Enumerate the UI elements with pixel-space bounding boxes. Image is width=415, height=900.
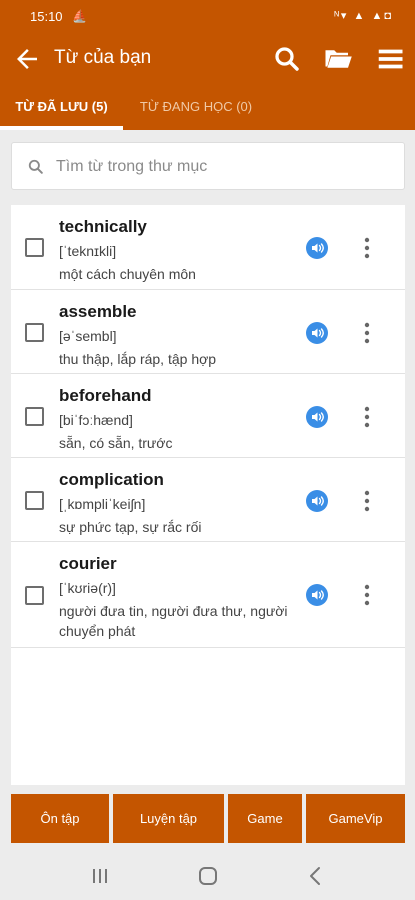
word-pronunciation: [ˈteknɪkli] <box>59 243 117 259</box>
word-pronunciation: [ˈkʊriə(r)] <box>59 580 116 596</box>
word-checkbox[interactable] <box>25 407 44 426</box>
practice-button[interactable]: Luyện tập <box>113 794 224 843</box>
word-pronunciation: [əˈsembl] <box>59 328 117 344</box>
app-bar: Từ của bạn <box>0 32 415 86</box>
word-meaning: sự phức tạp, sự rắc rối <box>59 519 202 535</box>
word-meaning: sẵn, có sẵn, trước <box>59 435 173 451</box>
word-checkbox[interactable] <box>25 323 44 342</box>
word-checkbox[interactable] <box>25 586 44 605</box>
word-pronunciation: [ˌkɒmpliˈkeiʃn] <box>59 496 146 512</box>
more-options-icon[interactable] <box>355 489 379 513</box>
word-checkbox[interactable] <box>25 238 44 257</box>
folder-icon[interactable] <box>323 44 353 74</box>
list-item[interactable]: courier [ˈkʊriə(r)] người đưa tin, người… <box>11 542 405 648</box>
recents-icon[interactable] <box>88 864 112 888</box>
speaker-icon[interactable] <box>305 236 329 260</box>
list-item[interactable]: technically [ˈteknɪkli] một cách chuyên … <box>11 205 405 290</box>
search-icon <box>28 159 43 174</box>
more-options-icon[interactable] <box>355 236 379 260</box>
word-list: technically [ˈteknɪkli] một cách chuyên … <box>11 205 405 785</box>
speaker-icon[interactable] <box>305 321 329 345</box>
word-text: complication <box>59 470 164 489</box>
list-item[interactable]: assemble [əˈsembl] thu thập, lắp ráp, tậ… <box>11 290 405 374</box>
word-text: beforehand <box>59 386 152 405</box>
system-nav-bar <box>0 852 415 900</box>
review-button[interactable]: Ôn tập <box>11 794 109 843</box>
tab-learning-words[interactable]: TỪ ĐANG HỌC (0) <box>126 86 266 130</box>
action-button-bar: Ôn tập Luyện tập Game GameVip <box>11 794 405 843</box>
speaker-icon[interactable] <box>305 583 329 607</box>
word-text: courier <box>59 554 117 573</box>
word-meaning: người đưa tin, người đưa thư, người chuy… <box>59 603 288 639</box>
word-meaning: một cách chuyên môn <box>59 266 196 282</box>
tab-saved-words[interactable]: TỪ ĐÃ LƯU (5) <box>0 86 123 130</box>
search-input[interactable] <box>56 153 386 181</box>
home-icon[interactable] <box>196 864 220 888</box>
list-item[interactable]: beforehand [biˈfɔːhænd] sẵn, có sẵn, trư… <box>11 374 405 458</box>
status-indicators: ᴺ▾ ▲ ▲◘ <box>334 10 393 22</box>
menu-icon[interactable] <box>375 44 405 74</box>
more-options-icon[interactable] <box>355 583 379 607</box>
word-pronunciation: [biˈfɔːhænd] <box>59 412 133 428</box>
search-box <box>11 142 405 190</box>
more-options-icon[interactable] <box>355 405 379 429</box>
speaker-icon[interactable] <box>305 489 329 513</box>
page-title: Từ của bạn <box>54 47 152 68</box>
game-button[interactable]: Game <box>228 794 302 843</box>
more-options-icon[interactable] <box>355 321 379 345</box>
word-text: technically <box>59 217 147 236</box>
word-checkbox[interactable] <box>25 491 44 510</box>
status-time: 15:10 <box>30 9 63 24</box>
list-item[interactable]: complication [ˌkɒmpliˈkeiʃn] sự phức tạp… <box>11 458 405 542</box>
search-icon[interactable] <box>272 44 302 74</box>
back-icon[interactable] <box>304 864 328 888</box>
status-bar: 15:10 ⛵ ᴺ▾ ▲ ▲◘ <box>0 0 415 32</box>
back-arrow-icon[interactable] <box>12 44 42 74</box>
word-text: assemble <box>59 302 137 321</box>
active-tab-indicator <box>0 126 123 130</box>
notification-icon: ⛵ <box>72 9 87 23</box>
speaker-icon[interactable] <box>305 405 329 429</box>
gamevip-button[interactable]: GameVip <box>306 794 405 843</box>
tab-bar: TỪ ĐÃ LƯU (5) TỪ ĐANG HỌC (0) <box>0 86 415 130</box>
word-meaning: thu thập, lắp ráp, tập hợp <box>59 351 217 367</box>
